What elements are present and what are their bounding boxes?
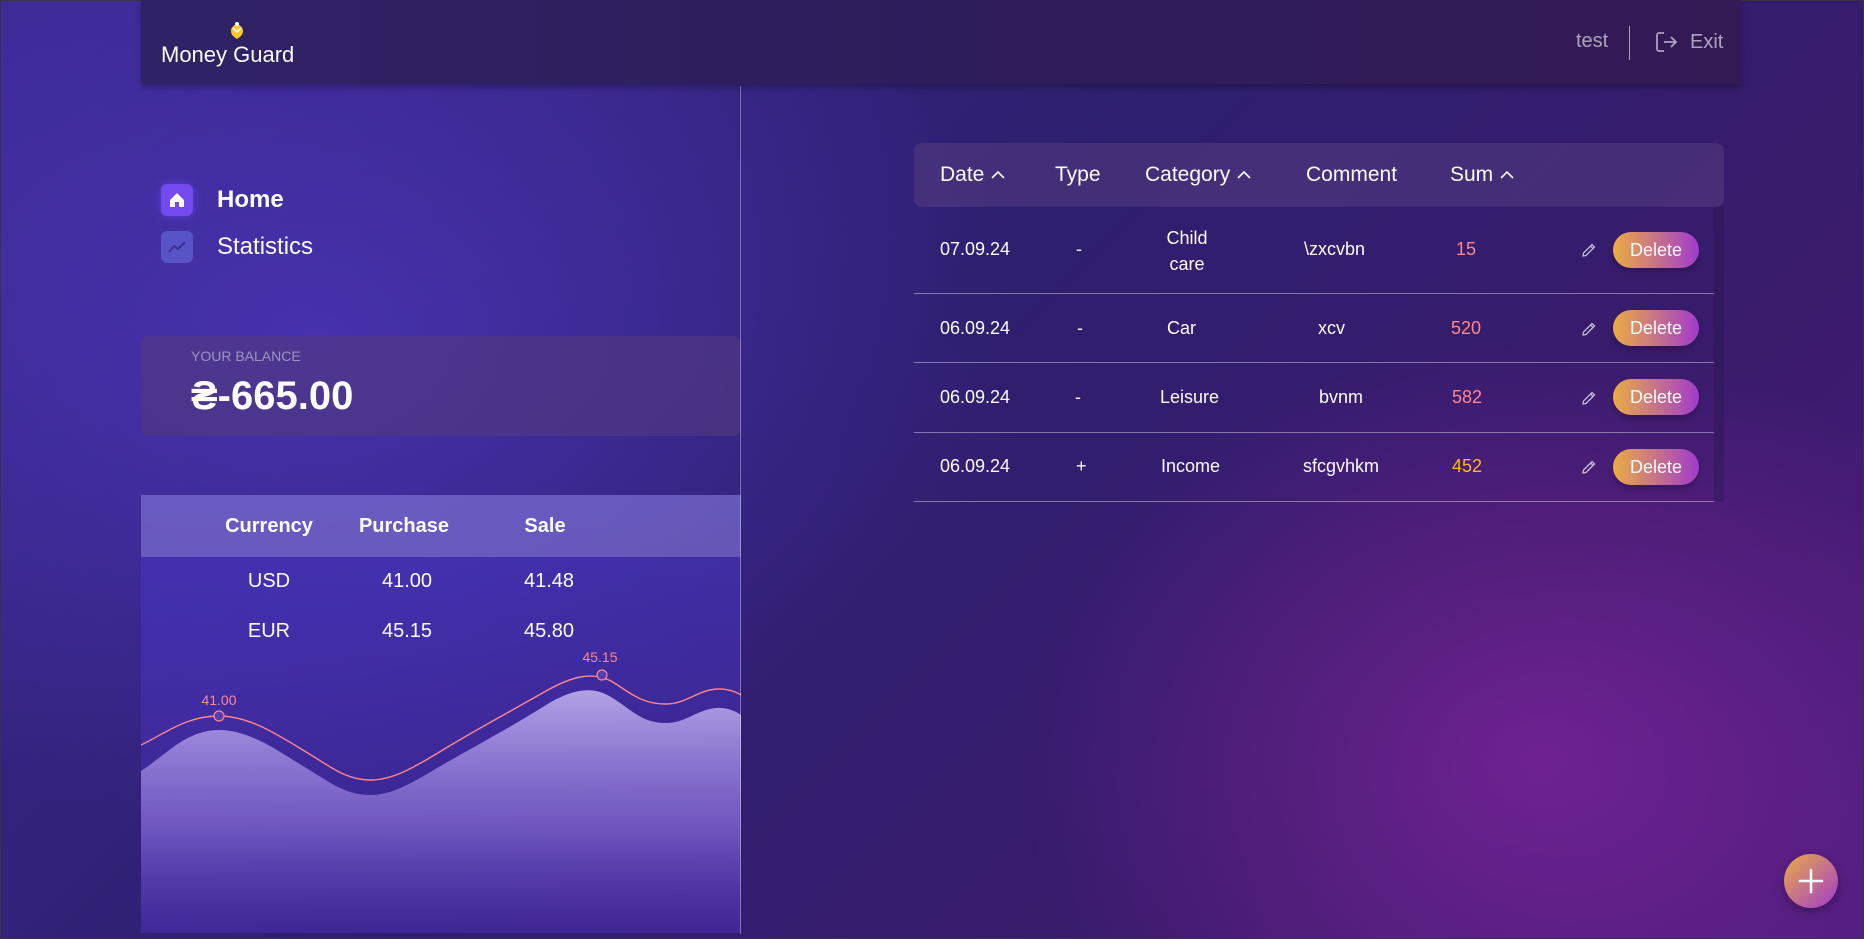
header-sum[interactable]: Sum bbox=[1450, 163, 1515, 187]
row-comment: bvnm bbox=[1319, 387, 1364, 407]
currency-purchase: 41.00 bbox=[381, 570, 433, 592]
sidebar-nav: Home Statistics bbox=[161, 184, 313, 278]
nav-item-home[interactable]: Home bbox=[161, 184, 313, 216]
edit-icon[interactable] bbox=[1580, 320, 1598, 338]
plus-icon bbox=[1798, 868, 1824, 894]
row-type: - bbox=[1076, 239, 1082, 259]
add-transaction-button[interactable] bbox=[1784, 854, 1838, 908]
currency-table-header: Currency Purchase Sale bbox=[141, 495, 741, 557]
header-comment: Comment bbox=[1306, 163, 1397, 187]
user-name: test bbox=[1576, 30, 1609, 52]
currency-sale: 45.80 bbox=[523, 620, 575, 642]
chart-area bbox=[141, 690, 741, 933]
header-type: Type bbox=[1055, 163, 1101, 187]
logo-icon bbox=[231, 22, 243, 39]
row-date: 06.09.24 bbox=[940, 456, 1011, 476]
row-sum: 452 bbox=[1451, 456, 1483, 476]
currency-code: USD bbox=[247, 570, 291, 592]
currency-code: EUR bbox=[247, 620, 291, 642]
chart-label-eur: 45.15 bbox=[582, 649, 617, 665]
nav-label-home: Home bbox=[217, 186, 284, 213]
balance-label: YOUR BALANCE bbox=[191, 348, 301, 364]
app-header: Money Guard test Exit bbox=[141, 0, 1741, 84]
row-type: - bbox=[1075, 387, 1081, 407]
currency-purchase: 45.15 bbox=[381, 620, 433, 642]
row-category: Car bbox=[1167, 318, 1197, 338]
sidebar: Home Statistics YOUR BALANCE ₴-665.00 Cu… bbox=[141, 86, 741, 934]
header-date-label: Date bbox=[940, 163, 985, 186]
row-date: 06.09.24 bbox=[940, 318, 1011, 338]
currency-header-purchase: Purchase bbox=[358, 515, 450, 537]
header-comment-label: Comment bbox=[1306, 163, 1398, 186]
currency-sale: 41.48 bbox=[523, 570, 575, 592]
row-comment: sfcgvhkm bbox=[1303, 456, 1380, 476]
table-row: 06.09.24 + Income sfcgvhkm 452 Delete bbox=[914, 433, 1714, 502]
header-category[interactable]: Category bbox=[1145, 163, 1252, 187]
exit-label: Exit bbox=[1690, 30, 1724, 53]
chevron-up-icon bbox=[991, 170, 1005, 179]
logo[interactable]: Money Guard bbox=[161, 18, 311, 68]
edit-icon[interactable] bbox=[1580, 241, 1598, 259]
chevron-up-icon bbox=[1500, 170, 1514, 179]
row-date: 07.09.24 bbox=[940, 239, 1011, 259]
table-scrollbar[interactable] bbox=[1714, 207, 1724, 501]
currency-header-sale: Sale bbox=[524, 515, 566, 537]
row-sum: 582 bbox=[1451, 387, 1483, 407]
delete-button[interactable]: Delete bbox=[1613, 379, 1699, 415]
table-row: 06.09.24 - Car xcv 520 Delete bbox=[914, 294, 1714, 363]
row-category: Leisure bbox=[1160, 387, 1220, 407]
delete-button[interactable]: Delete bbox=[1613, 449, 1699, 485]
row-category: Child care bbox=[1166, 228, 1208, 274]
chevron-up-icon bbox=[1237, 170, 1251, 179]
home-icon bbox=[161, 184, 193, 216]
table-row: 06.09.24 - Leisure bvnm 582 Delete bbox=[914, 363, 1714, 433]
delete-button[interactable]: Delete bbox=[1613, 310, 1699, 346]
row-category: Income bbox=[1161, 456, 1221, 476]
chart-label-usd: 41.00 bbox=[201, 692, 236, 708]
row-type: + bbox=[1076, 456, 1087, 476]
row-sum: 520 bbox=[1450, 318, 1482, 338]
table-row: 07.09.24 - Child care \zxcvbn 15 Delete bbox=[914, 207, 1714, 294]
row-date: 06.09.24 bbox=[940, 387, 1011, 407]
delete-button[interactable]: Delete bbox=[1613, 232, 1699, 268]
header-sum-label: Sum bbox=[1450, 163, 1494, 186]
edit-icon[interactable] bbox=[1580, 389, 1598, 407]
row-type: - bbox=[1077, 318, 1083, 338]
row-comment: xcv bbox=[1318, 318, 1345, 338]
chart-point-eur bbox=[596, 669, 608, 681]
sidebar-divider bbox=[740, 86, 741, 934]
statistics-icon bbox=[161, 231, 193, 263]
header-date[interactable]: Date bbox=[940, 163, 1006, 187]
chart-point-usd bbox=[213, 710, 225, 722]
balance-value: ₴-665.00 bbox=[191, 374, 354, 418]
currency-header-currency: Currency bbox=[225, 515, 313, 537]
logo-text: Money Guard bbox=[161, 42, 295, 67]
edit-icon[interactable] bbox=[1580, 458, 1598, 476]
balance-card: YOUR BALANCE ₴-665.00 bbox=[141, 336, 741, 436]
header-type-label: Type bbox=[1055, 163, 1101, 186]
exit-button[interactable]: Exit bbox=[1654, 29, 1723, 55]
header-divider bbox=[1629, 26, 1630, 60]
transactions-table-header: Date Type Category Comment Sum bbox=[914, 143, 1724, 207]
currency-chart: 41.00 45.15 bbox=[141, 649, 741, 933]
currency-table: Currency Purchase Sale USD 41.00 41.48 E… bbox=[141, 495, 741, 933]
header-category-label: Category bbox=[1145, 163, 1231, 186]
nav-label-statistics: Statistics bbox=[217, 233, 314, 260]
nav-item-statistics[interactable]: Statistics bbox=[161, 231, 313, 263]
row-sum: 15 bbox=[1455, 239, 1477, 259]
row-comment: \zxcvbn bbox=[1304, 239, 1366, 259]
exit-icon bbox=[1656, 32, 1678, 52]
